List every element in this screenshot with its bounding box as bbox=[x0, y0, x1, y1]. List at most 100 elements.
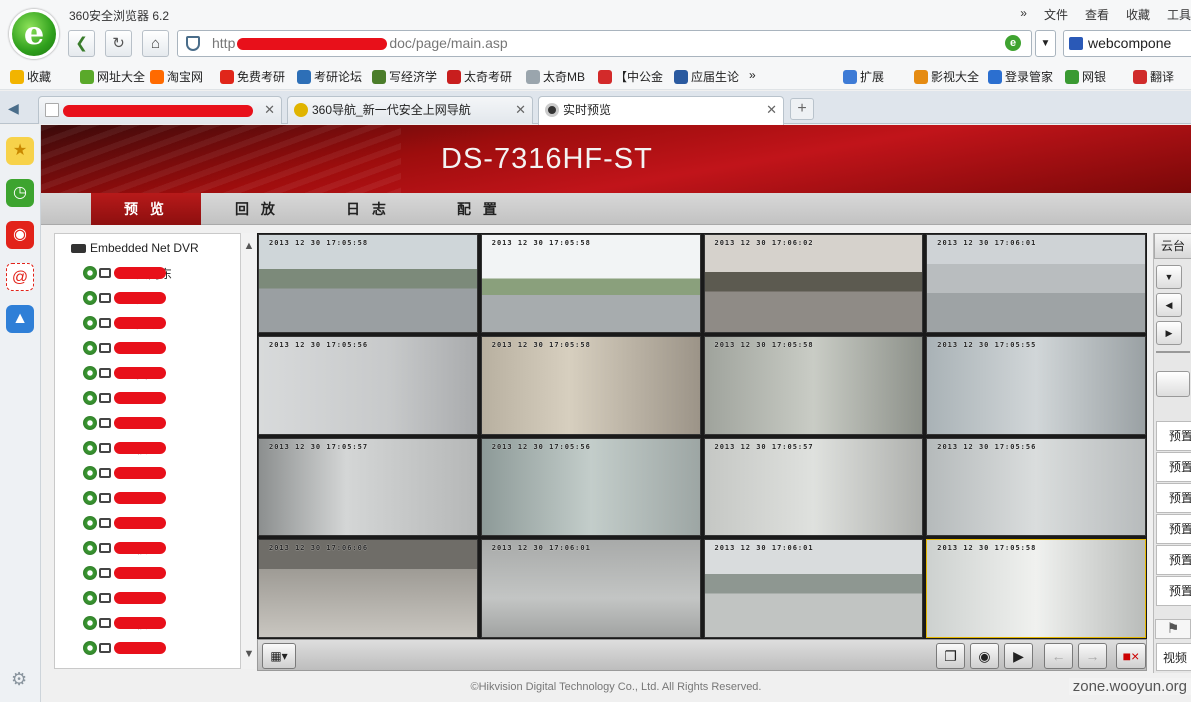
menu-tools[interactable]: 工具 bbox=[1167, 6, 1191, 23]
camera-item[interactable] bbox=[83, 589, 166, 607]
video-cell[interactable]: 2013 12 30 17:05:56 bbox=[926, 437, 1146, 537]
video-cell[interactable]: 2013 12 30 17:05:57 bbox=[258, 437, 478, 537]
camera-item[interactable] bbox=[83, 564, 166, 582]
play-status-icon[interactable] bbox=[83, 291, 97, 305]
menu-view[interactable]: 查看 bbox=[1085, 6, 1109, 23]
ptz-right-icon[interactable]: ▶ bbox=[1156, 321, 1182, 345]
search-box[interactable]: webcompone bbox=[1063, 30, 1191, 57]
tab-360-nav[interactable]: 360导航_新一代安全上网导航 ✕ bbox=[287, 96, 533, 124]
play-status-icon[interactable] bbox=[83, 591, 97, 605]
camera-item[interactable] bbox=[83, 514, 166, 532]
play-status-icon[interactable] bbox=[83, 416, 97, 430]
bookmark-house[interactable]: 应届生论 bbox=[674, 68, 739, 85]
preset-button[interactable]: 预置 bbox=[1156, 514, 1191, 544]
play-status-icon[interactable] bbox=[83, 341, 97, 355]
play-status-icon[interactable] bbox=[83, 491, 97, 505]
record-icon[interactable]: ▶ bbox=[1004, 643, 1033, 669]
stop-all-button[interactable]: ❐ bbox=[936, 643, 965, 669]
camera-item[interactable]: 店 bbox=[83, 289, 166, 307]
video-cell[interactable]: 2013 12 30 17:05:58 bbox=[258, 234, 478, 333]
video-cell[interactable]: 2013 12 30 17:06:01 bbox=[926, 234, 1146, 333]
video-cell[interactable]: 2013 12 30 17:06:01 bbox=[703, 539, 924, 638]
address-bar[interactable]: http doc/page/main.asp e bbox=[177, 30, 1032, 57]
play-status-icon[interactable] bbox=[83, 541, 97, 555]
camera-item[interactable]: 楼1 bbox=[83, 614, 166, 632]
app-icon[interactable]: ▲ bbox=[6, 305, 34, 333]
next-page-icon[interactable]: → bbox=[1078, 643, 1107, 669]
menu-preview[interactable]: 预 览 bbox=[91, 193, 201, 225]
video-cell[interactable]: 2013 12 30 17:05:58 bbox=[480, 335, 701, 435]
video-cell[interactable]: 2013 12 30 17:06:02 bbox=[703, 234, 924, 333]
new-tab-button[interactable]: + bbox=[790, 98, 814, 120]
camera-item[interactable]: 楼2 bbox=[83, 539, 166, 557]
camera-item[interactable]: 楼B3 bbox=[83, 439, 166, 457]
bookmark-star[interactable]: 收藏 bbox=[10, 68, 51, 85]
tree-root[interactable]: Embedded Net DVR bbox=[71, 241, 199, 255]
camera-item[interactable] bbox=[83, 389, 166, 407]
bookmark-a[interactable]: 太奇考研 bbox=[447, 68, 512, 85]
bookmark-k[interactable]: 考研论坛 bbox=[297, 68, 362, 85]
bookmark-plus[interactable]: 网址大全 bbox=[80, 68, 145, 85]
ptz-header[interactable]: 云台 bbox=[1154, 233, 1191, 259]
prev-page-icon[interactable]: ← bbox=[1044, 643, 1073, 669]
toolbar-bank[interactable]: 网银 bbox=[1065, 68, 1106, 85]
play-status-icon[interactable] bbox=[83, 566, 97, 580]
bookmark-page[interactable]: 太奇MB bbox=[526, 68, 585, 85]
bookmark-zg[interactable]: 【中公金 bbox=[598, 68, 663, 85]
video-tab[interactable]: 视频 bbox=[1156, 643, 1191, 671]
menu-playback[interactable]: 回 放 bbox=[202, 193, 312, 225]
camera-item[interactable]: 面 bbox=[83, 364, 166, 382]
camera-item[interactable] bbox=[83, 464, 166, 482]
ptz-speed-slider[interactable] bbox=[1156, 351, 1190, 361]
play-status-icon[interactable] bbox=[83, 616, 97, 630]
bookmark-more[interactable]: » bbox=[749, 68, 756, 82]
mail-icon[interactable]: @ bbox=[6, 263, 34, 291]
toolbar-film[interactable]: 影视大全 bbox=[914, 68, 979, 85]
play-status-icon[interactable] bbox=[83, 516, 97, 530]
preset-button[interactable]: 预置 bbox=[1156, 483, 1191, 513]
video-cell[interactable]: 2013 12 30 17:06:01 bbox=[480, 539, 701, 638]
preset-button[interactable]: 预置 bbox=[1156, 576, 1191, 606]
video-cell[interactable]: 2013 12 30 17:05:58 bbox=[926, 539, 1146, 638]
weibo-icon[interactable]: ◉ bbox=[6, 221, 34, 249]
menu-log[interactable]: 日 志 bbox=[313, 193, 423, 225]
refresh-button[interactable]: ↻ bbox=[105, 30, 132, 57]
close-tab-icon[interactable]: ✕ bbox=[264, 97, 275, 123]
menu-more[interactable]: » bbox=[1020, 6, 1027, 23]
close-tab-icon[interactable]: ✕ bbox=[766, 97, 777, 123]
search-engine-icon[interactable] bbox=[1069, 37, 1083, 50]
video-cell[interactable]: 2013 12 30 17:05:55 bbox=[926, 335, 1146, 435]
play-status-icon[interactable] bbox=[83, 441, 97, 455]
home-button[interactable]: ⌂ bbox=[142, 30, 169, 57]
menu-config[interactable]: 配 置 bbox=[424, 193, 534, 225]
tab-redacted[interactable]: ✕ bbox=[38, 96, 282, 124]
video-cell[interactable]: 2013 12 30 17:05:57 bbox=[703, 437, 924, 537]
bookmark-taobao[interactable]: 淘宝网 bbox=[150, 68, 203, 85]
menu-file[interactable]: 文件 bbox=[1044, 6, 1068, 23]
camera-item[interactable]: 2 bbox=[83, 414, 166, 432]
toolbar-translate[interactable]: 翻译 bbox=[1133, 68, 1174, 85]
ie-mode-icon[interactable]: e bbox=[1005, 35, 1021, 51]
toolbar-extension[interactable]: 扩展 bbox=[843, 68, 884, 85]
preset-button[interactable]: 预置 bbox=[1156, 421, 1191, 451]
back-button[interactable]: ❮ bbox=[68, 30, 95, 57]
address-dropdown-button[interactable]: ▼ bbox=[1035, 30, 1056, 57]
play-status-icon[interactable] bbox=[83, 641, 97, 655]
audio-mute-icon[interactable]: ■× bbox=[1116, 643, 1146, 669]
camera-item[interactable] bbox=[83, 489, 166, 507]
play-status-icon[interactable] bbox=[83, 266, 97, 280]
play-status-icon[interactable] bbox=[83, 466, 97, 480]
layout-select-button[interactable]: ▦▾ bbox=[262, 643, 296, 669]
camera-item[interactable] bbox=[83, 339, 166, 357]
video-cell[interactable]: 2013 12 30 17:06:06 bbox=[258, 539, 478, 638]
play-status-icon[interactable] bbox=[83, 391, 97, 405]
bookmark-book[interactable]: 写经济学 bbox=[372, 68, 437, 85]
camera-item[interactable]: 广场 bbox=[83, 314, 166, 332]
ptz-left-icon[interactable]: ◀ bbox=[1156, 293, 1182, 317]
scroll-down-icon[interactable]: ▼ bbox=[242, 647, 256, 661]
preset-button[interactable]: 预置 bbox=[1156, 452, 1191, 482]
ptz-up-icon[interactable]: ▼ bbox=[1156, 265, 1182, 289]
camera-item[interactable]: 大门东 bbox=[83, 264, 172, 282]
toolbar-key[interactable]: 登录管家 bbox=[988, 68, 1053, 85]
browser-logo-icon[interactable]: e bbox=[9, 9, 59, 59]
